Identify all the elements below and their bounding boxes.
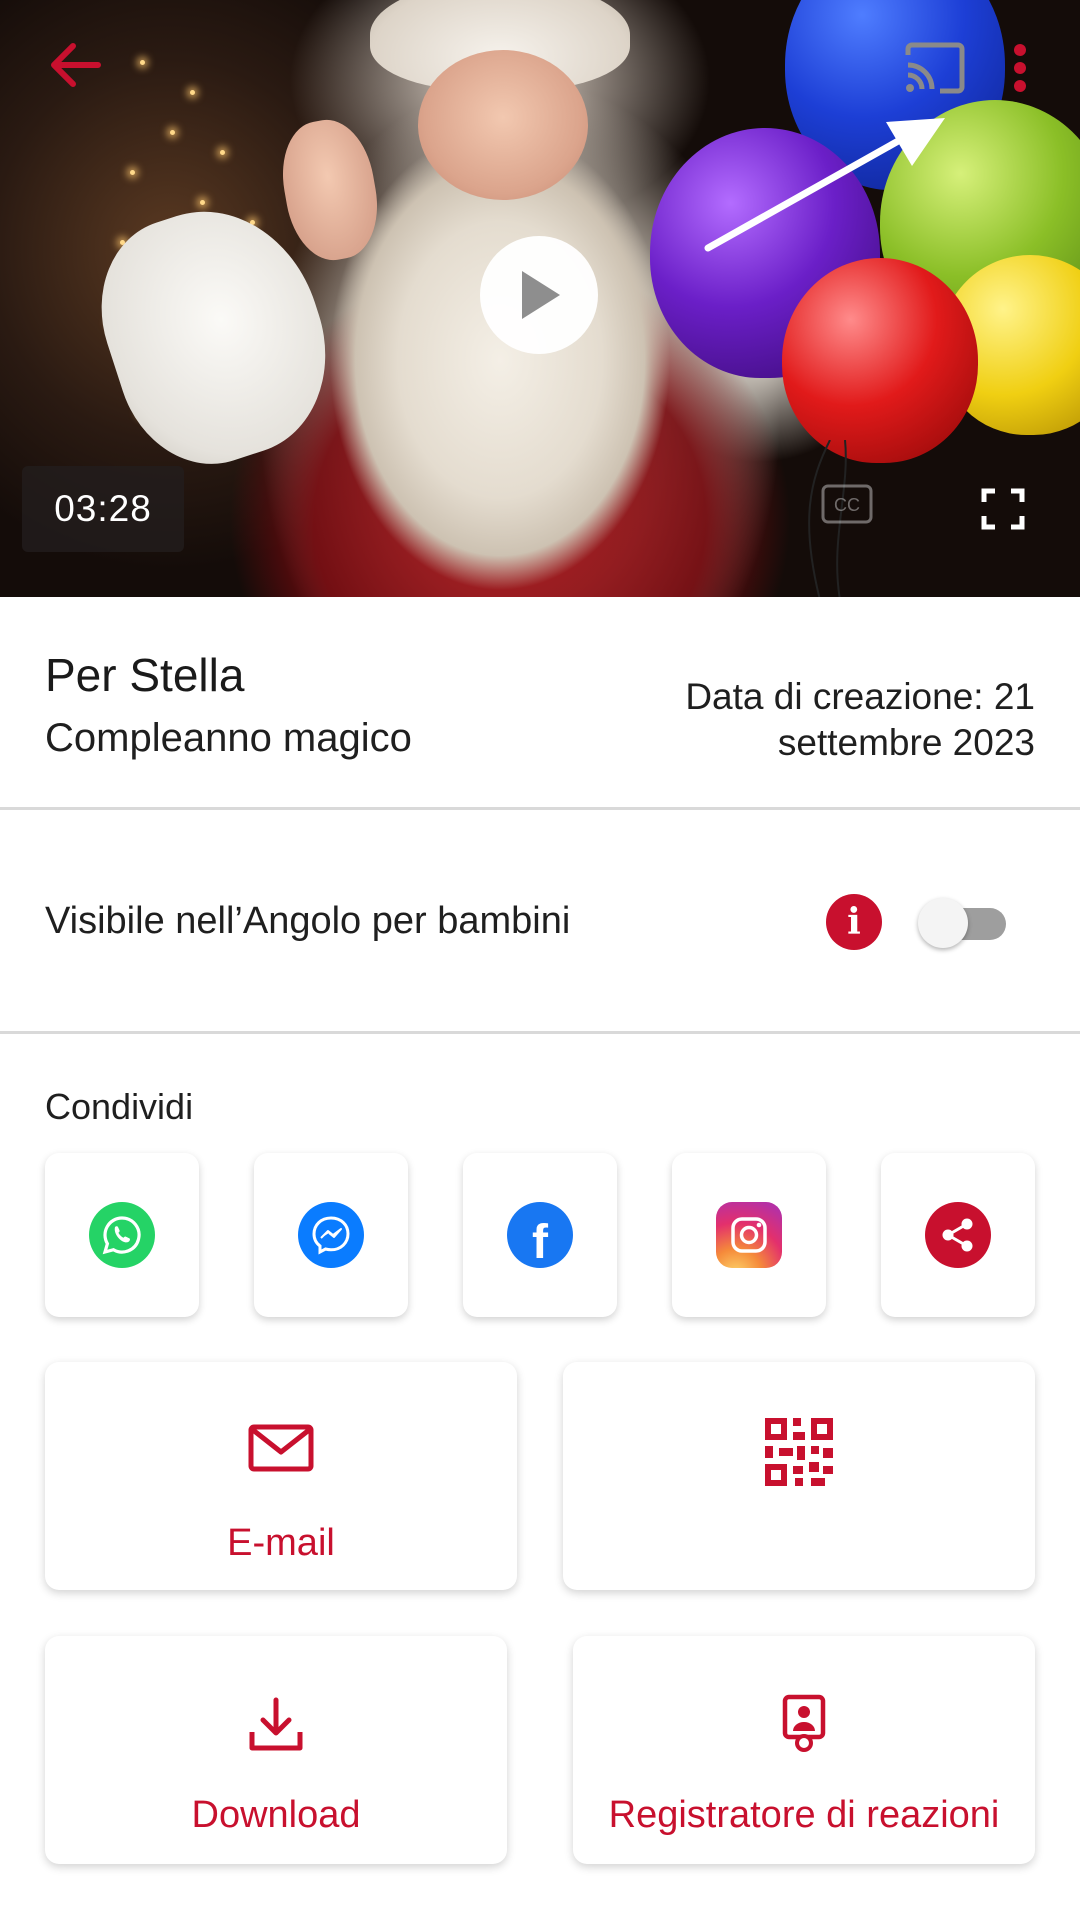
balloon-red <box>782 258 978 463</box>
facebook-icon: f <box>507 1202 573 1269</box>
info-button[interactable]: i <box>826 894 882 950</box>
share-messenger-button[interactable] <box>254 1153 408 1317</box>
whatsapp-icon <box>89 1202 155 1268</box>
pointer-arrow-icon <box>704 118 945 252</box>
santa-face <box>418 50 588 200</box>
play-icon <box>522 271 560 319</box>
more-vert-icon <box>1014 43 1026 92</box>
info-icon: i <box>847 901 861 943</box>
divider <box>0 1031 1080 1034</box>
divider <box>0 807 1080 810</box>
cast-button[interactable] <box>895 35 975 100</box>
svg-text:CC: CC <box>834 495 860 515</box>
back-arrow-icon <box>51 43 101 87</box>
share-facebook-button[interactable]: f <box>463 1153 617 1317</box>
download-button[interactable]: Download <box>45 1636 507 1864</box>
back-button[interactable] <box>40 30 110 100</box>
creation-date: Data di creazione: 21 settembre 2023 <box>615 674 1035 766</box>
cast-icon <box>905 42 965 93</box>
kids-corner-toggle[interactable] <box>918 898 1006 948</box>
closed-captions-icon: CC <box>821 484 873 524</box>
share-icon <box>925 1202 991 1268</box>
video-title: Per Stella <box>45 649 245 701</box>
more-options-button[interactable] <box>995 30 1045 105</box>
share-label: Condividi <box>45 1086 194 1127</box>
play-button[interactable] <box>480 236 598 354</box>
messenger-icon <box>298 1202 364 1268</box>
toggle-knob <box>918 898 968 948</box>
email-label: E-mail <box>227 1522 335 1564</box>
qr-code-button[interactable] <box>563 1362 1035 1590</box>
download-icon <box>249 1697 303 1751</box>
mail-icon <box>248 1424 314 1472</box>
reaction-recorder-label: Registratore di reazioni <box>608 1794 1000 1836</box>
share-whatsapp-button[interactable] <box>45 1153 199 1317</box>
qr-code-icon <box>765 1418 833 1486</box>
share-more-button[interactable] <box>881 1153 1035 1317</box>
share-instagram-button[interactable] <box>672 1153 826 1317</box>
instagram-icon <box>716 1202 782 1268</box>
video-subtitle: Compleanno magico <box>45 716 412 760</box>
fullscreen-button[interactable] <box>970 478 1036 540</box>
fullscreen-icon <box>981 488 1025 530</box>
creation-date-line1: Data di creazione: 21 <box>685 676 1035 717</box>
download-label: Download <box>191 1794 361 1836</box>
email-button[interactable]: E-mail <box>45 1362 517 1590</box>
video-player[interactable]: 03:28 CC <box>0 0 1080 597</box>
closed-captions-button[interactable]: CC <box>818 480 876 528</box>
reaction-recorder-icon <box>782 1694 826 1752</box>
kids-corner-label: Visibile nell’Angolo per bambini <box>45 900 571 942</box>
reaction-recorder-button[interactable]: Registratore di reazioni <box>573 1636 1035 1864</box>
video-duration: 03:28 <box>22 466 184 552</box>
creation-date-line2: settembre 2023 <box>777 722 1035 763</box>
